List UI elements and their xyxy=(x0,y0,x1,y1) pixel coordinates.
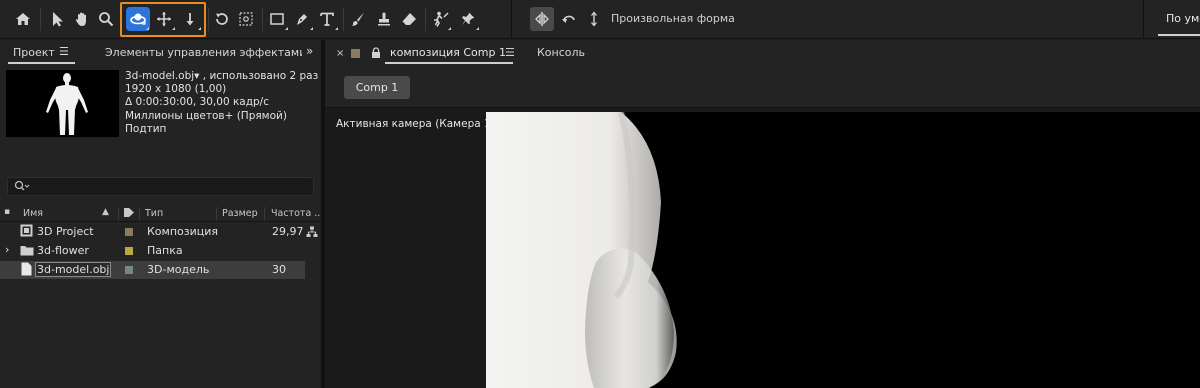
tab-composition[interactable]: композиция Comp 1 xyxy=(390,46,506,59)
hand-icon[interactable] xyxy=(70,7,94,31)
workspace-tab-underline xyxy=(1158,34,1200,36)
flowchart-icon[interactable] xyxy=(306,226,318,241)
footage-size: 1920 x 1080 (1,00) xyxy=(125,83,227,96)
folder-icon xyxy=(20,245,34,259)
composition-navigator: Comp 1 xyxy=(325,70,1200,108)
project-tab-underline xyxy=(8,62,75,64)
tab-effect-controls[interactable]: Элементы управления эффектами (нет xyxy=(105,46,302,59)
label-color-swatch[interactable] xyxy=(125,247,133,255)
lock-icon[interactable] xyxy=(371,47,381,62)
overflow-chevron-icon[interactable]: » xyxy=(306,44,313,58)
comp-1-button[interactable]: Comp 1 xyxy=(344,76,410,99)
camera-orbit-mode-icon[interactable] xyxy=(557,7,581,31)
zoom-icon[interactable] xyxy=(94,7,118,31)
eraser-icon[interactable] xyxy=(397,7,421,31)
composition-tab-bar: × композиция Comp 1 ☰ Консоль xyxy=(325,40,1200,70)
item-type: 3D-модель xyxy=(147,263,210,276)
column-name[interactable]: Имя xyxy=(23,208,43,219)
item-type: Композиция xyxy=(147,225,219,238)
tab-project[interactable]: Проект xyxy=(13,46,55,59)
tab-console[interactable]: Консоль xyxy=(537,46,585,59)
file-icon xyxy=(21,262,32,279)
dolly-camera-icon[interactable] xyxy=(178,7,202,31)
universal-localization-icon[interactable] xyxy=(530,7,554,31)
3d-model-closeup xyxy=(486,112,677,388)
pen-icon[interactable] xyxy=(290,7,314,31)
footage-name: 3d-model.obj▾ , использовано 2 раз xyxy=(125,70,319,82)
rectangle-icon[interactable] xyxy=(265,7,289,31)
expand-chevron-icon[interactable]: › xyxy=(5,243,9,256)
label-color-swatch[interactable] xyxy=(125,228,133,236)
anchor-point-icon[interactable] xyxy=(234,7,258,31)
search-icon xyxy=(14,180,30,195)
footage-info: 3d-model.obj▾ , использовано 2 раз 1920 … xyxy=(125,70,318,136)
rotate-icon[interactable] xyxy=(210,7,234,31)
table-row[interactable]: › 3d-flower Папка xyxy=(0,242,305,260)
human-model-preview xyxy=(46,73,88,135)
composition-label-swatch xyxy=(351,49,360,58)
label-color-swatch[interactable] xyxy=(125,266,133,274)
composition-viewer[interactable] xyxy=(486,112,1200,388)
composition-icon xyxy=(20,224,33,240)
footage-duration: Δ 0:00:30:00, 30,00 кадр/с xyxy=(125,96,269,109)
column-type[interactable]: Тип xyxy=(145,208,163,219)
clone-stamp-icon[interactable] xyxy=(372,7,396,31)
item-name: 3d-model.obj xyxy=(35,262,112,277)
pan-camera-icon[interactable] xyxy=(152,7,176,31)
project-panel: Проект ☰ Элементы управления эффектами (… xyxy=(0,40,323,388)
shape-mode-label[interactable]: Произвольная форма xyxy=(611,12,735,25)
composition-panel: × композиция Comp 1 ☰ Консоль Comp 1 Акт… xyxy=(325,40,1200,388)
footage-thumbnail xyxy=(6,70,119,137)
workspace-tab[interactable]: По умо xyxy=(1166,12,1200,25)
label-column-icon[interactable]: ▪ xyxy=(4,207,10,217)
vertical-arrows-icon[interactable] xyxy=(582,7,606,31)
close-tab-icon[interactable]: × xyxy=(336,48,344,59)
footage-colors: Миллионы цветов+ (Прямой) xyxy=(125,109,287,122)
roto-brush-icon[interactable] xyxy=(428,7,452,31)
puppet-pin-icon[interactable] xyxy=(456,7,480,31)
composition-tab-underline xyxy=(385,62,513,64)
item-fps: 30 xyxy=(272,263,286,276)
text-icon[interactable] xyxy=(315,7,339,31)
item-type: Папка xyxy=(147,244,183,257)
column-fps[interactable]: Частота ... xyxy=(271,208,323,219)
tools-toolbar: Произвольная форма По умо xyxy=(0,0,1200,39)
item-name: 3d-flower xyxy=(37,244,89,257)
brush-icon[interactable] xyxy=(346,7,370,31)
column-size[interactable]: Размер xyxy=(222,208,258,219)
item-fps: 29,97 xyxy=(272,225,304,238)
panel-menu-icon[interactable]: ☰ xyxy=(505,46,515,59)
project-search-input[interactable] xyxy=(7,177,314,196)
orbit-camera-icon[interactable] xyxy=(126,7,150,31)
sort-ascending-icon[interactable]: ▲ xyxy=(102,207,109,217)
table-row[interactable]: 3D Project Композиция 29,97 xyxy=(0,223,305,241)
active-camera-label: Активная камера (Камера 1) xyxy=(336,118,495,130)
item-name: 3D Project xyxy=(37,225,94,238)
label-tag-icon[interactable] xyxy=(123,207,135,221)
project-column-headers: ▪ Имя ▲ Тип Размер Частота ... xyxy=(0,205,323,222)
table-row[interactable]: 3d-model.obj 3D-модель 30 xyxy=(0,261,305,279)
selection-arrow-icon[interactable] xyxy=(45,7,69,31)
footage-fields: Подтип xyxy=(125,122,167,135)
panel-menu-icon[interactable]: ☰ xyxy=(59,45,69,58)
home-icon[interactable] xyxy=(11,7,35,31)
